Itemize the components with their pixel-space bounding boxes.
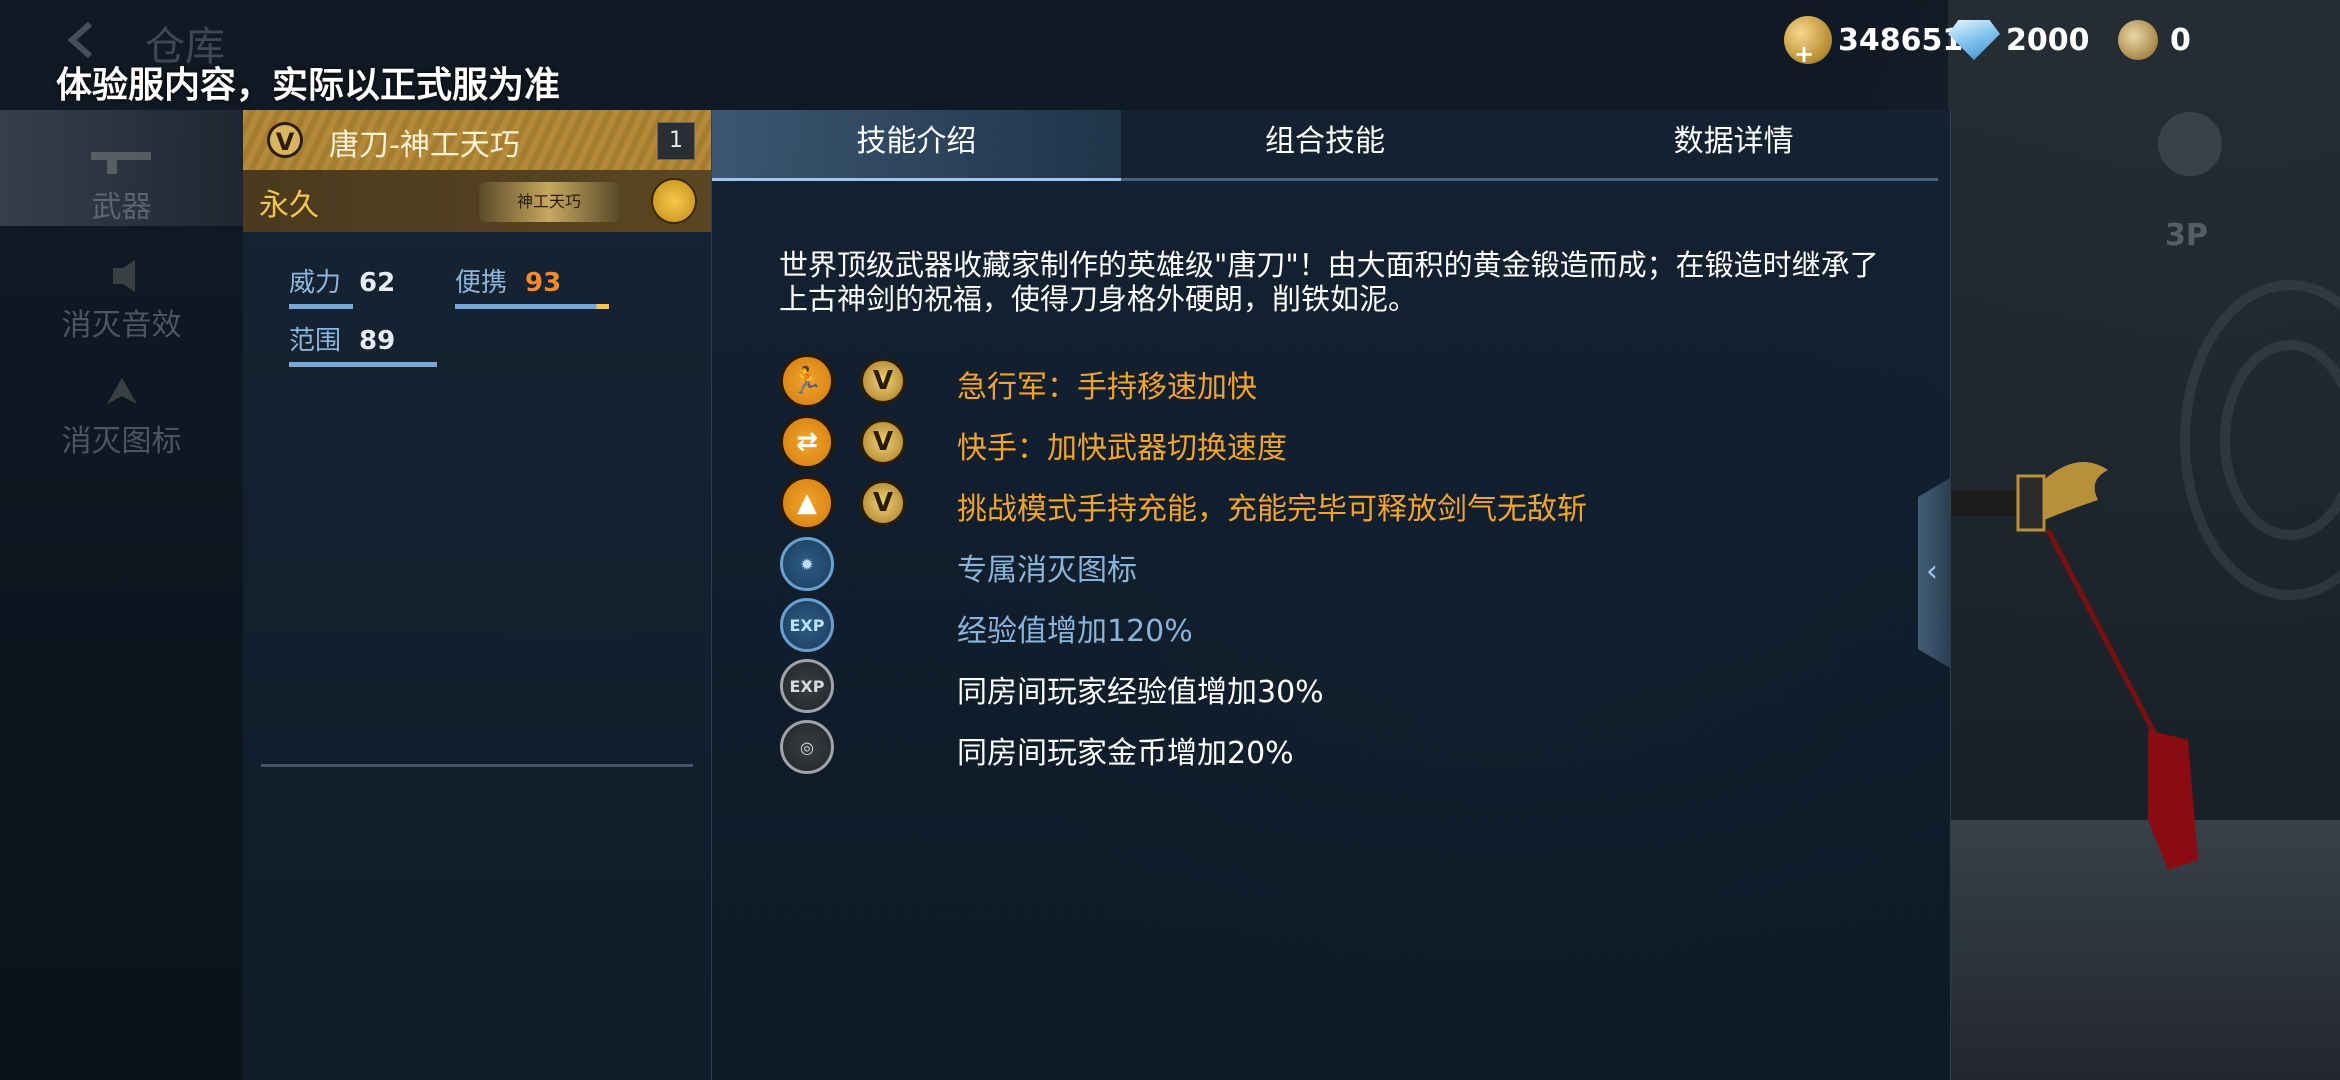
skill-text: 同房间玩家金币增加20%: [957, 736, 1294, 771]
weapon-info-panel: V 唐刀-神工天巧 1 永久 神工天巧 威力 62 便携 93 范围 89: [243, 110, 712, 1080]
chevron-left-icon: ‹: [1926, 554, 1938, 589]
weapon-description: 世界顶级武器收藏家制作的英雄级"唐刀"！由大面积的黄金锻造而成；在锻造时继承了上…: [779, 248, 1879, 316]
running-man-icon: 🏃: [780, 354, 834, 408]
back-arrow-icon[interactable]: [60, 20, 108, 60]
rifle-icon: [90, 152, 151, 174]
stat-label: 威力: [289, 268, 342, 298]
wings-emblem-icon: [106, 378, 137, 404]
nav-item-kill-icon[interactable]: 消灭图标: [0, 374, 243, 460]
stat-value: 89: [359, 326, 396, 356]
diamond-amount: 2000: [2006, 22, 2090, 58]
skill-detail-panel: 技能介绍 组合技能 数据详情 世界顶级武器收藏家制作的英雄级"唐刀"！由大面积的…: [711, 110, 1951, 1080]
stat-power: 威力 62: [289, 262, 396, 309]
kill-emblem-icon: ✹: [780, 537, 834, 591]
medal-amount: 0: [2170, 22, 2191, 58]
exp-icon: EXP: [780, 598, 834, 652]
weapon-subheader: 永久 神工天巧: [243, 170, 711, 232]
weapon-name: 唐刀-神工天巧: [329, 128, 520, 163]
nav-item-kill-sound[interactable]: 消灭音效: [0, 258, 243, 344]
vip-badge-icon: V: [860, 480, 906, 526]
stat-value: 93: [525, 268, 562, 298]
stat-label: 便携: [455, 268, 508, 298]
sword-preview-image: [1948, 462, 2198, 870]
stat-range: 范围 89: [289, 320, 437, 367]
weapon-count: 1: [657, 122, 695, 160]
weapon-duration: 永久: [259, 188, 319, 223]
medal-currency: 0: [2118, 18, 2191, 62]
weapon-header: V 唐刀-神工天巧 1: [243, 110, 711, 170]
skill-text: 同房间玩家经验值增加30%: [957, 675, 1324, 710]
skill-text: 急行军：手持移速加快: [957, 370, 1257, 405]
warning-triangle-icon: ▲: [780, 476, 834, 530]
weapon-type-icon: [651, 178, 697, 224]
stat-value: 62: [359, 268, 396, 298]
stat-bar: [289, 304, 353, 309]
skill-text: 挑战模式手持充能，充能完毕可释放剑气无敌斩: [957, 492, 1587, 527]
stat-bar: [289, 362, 437, 367]
test-server-notice: 体验服内容，实际以正式服为准: [56, 65, 561, 106]
vip-rank-icon: V: [267, 122, 303, 158]
stat-portability: 便携 93: [455, 262, 609, 309]
tab-combo-skills[interactable]: 组合技能: [1121, 110, 1530, 178]
tab-skill-intro[interactable]: 技能介绍: [712, 110, 1121, 181]
nav-item-label: 武器: [91, 190, 152, 225]
diamond-icon: [1948, 20, 2000, 60]
speaker-icon: [112, 260, 135, 292]
nav-item-label: 消灭图标: [61, 424, 182, 459]
collapse-panel-button[interactable]: ‹: [1918, 478, 1950, 668]
stat-bar: [455, 304, 609, 309]
weapon-swap-icon: ⇄: [780, 415, 834, 469]
skill-text: 经验值增加120%: [957, 614, 1193, 649]
gold-amount: 348651: [1838, 22, 1964, 58]
vip-badge-icon: V: [860, 419, 906, 465]
third-person-toggle[interactable]: 3P: [2165, 218, 2208, 253]
panel-divider: [261, 764, 693, 767]
tab-data-details[interactable]: 数据详情: [1529, 110, 1938, 178]
detail-tabs: 技能介绍 组合技能 数据详情: [712, 110, 1938, 181]
diamond-currency: 2000: [1948, 18, 2090, 62]
gamepad-icon[interactable]: [2158, 112, 2222, 176]
room-exp-icon: EXP: [780, 659, 834, 713]
nav-item-weapon[interactable]: 武器: [0, 140, 243, 226]
room-coin-icon: ◎: [780, 720, 834, 774]
vip-badge-icon: V: [860, 358, 906, 404]
stat-label: 范围: [289, 326, 342, 356]
skill-text: 专属消灭图标: [957, 553, 1137, 588]
medal-icon: [2118, 20, 2158, 60]
skill-text: 快手：加快武器切换速度: [957, 431, 1287, 466]
nav-item-label: 消灭音效: [61, 308, 182, 343]
gold-currency: 348651: [1784, 16, 1964, 68]
gold-coin-icon: [1784, 16, 1832, 68]
weapon-series-badge: 神工天巧: [479, 182, 619, 222]
